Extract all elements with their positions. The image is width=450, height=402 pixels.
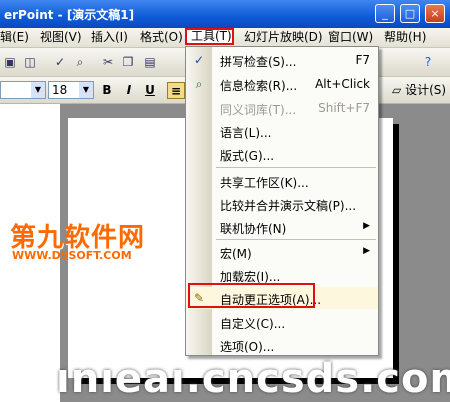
research-icon: ⌕ <box>195 77 203 91</box>
menu-item-online-collaboration[interactable]: 联机协作(N) ▶ <box>186 216 378 238</box>
menu-item-macro[interactable]: 宏(M) ▶ <box>186 241 378 263</box>
menu-help[interactable]: 帮助(H) <box>384 30 426 45</box>
submenu-arrow-icon: ▶ <box>363 221 370 231</box>
menu-tools[interactable]: 工具(T) <box>185 28 234 45</box>
menu-item-thesaurus: 同义词库(T)... Shift+F7 <box>220 101 370 117</box>
align-left-button[interactable]: ≡ <box>167 82 185 99</box>
design-label: 设计(S) <box>405 83 447 97</box>
font-name-combo[interactable]: ▼ <box>0 81 46 99</box>
save-icon[interactable]: ▣ <box>2 54 18 70</box>
menu-item-shared-workspace[interactable]: 共享工作区(K)... <box>186 170 378 192</box>
window-title: erPoint - [演示文稿1] <box>4 8 135 22</box>
menu-item-language[interactable]: 语言(L)... <box>186 120 378 142</box>
watermark-url: WWW.D9SOFT.COM <box>12 249 132 262</box>
italic-button[interactable]: I <box>120 82 138 99</box>
menu-separator <box>216 239 376 240</box>
research-icon[interactable]: ⌕ <box>72 54 88 70</box>
print-preview-icon[interactable]: ◫ <box>22 54 38 70</box>
menu-slideshow[interactable]: 幻灯片放映(D) <box>244 30 323 45</box>
menu-tools-label: 工具(T) <box>191 29 232 43</box>
paste-icon[interactable]: ▤ <box>142 54 158 70</box>
menu-format[interactable]: 格式(O) <box>140 30 183 45</box>
menu-window[interactable]: 窗口(W) <box>328 30 373 45</box>
title-bar: erPoint - [演示文稿1] _ □ × <box>0 0 450 28</box>
menu-item-research[interactable]: ⌕ 信息检索(R)... Alt+Click <box>186 73 378 95</box>
menu-insert[interactable]: 插入(I) <box>91 30 128 45</box>
tools-dropdown-menu: ✓ 拼写检查(S)... F7 ⌕ 信息检索(R)... Alt+Click 同… <box>185 46 379 356</box>
menu-item-customize[interactable]: 自定义(C)... <box>186 311 378 333</box>
chevron-down-icon: ▼ <box>31 82 45 98</box>
autocorrect-highlight-box <box>188 283 315 308</box>
spellcheck-icon: ✓ <box>193 53 205 67</box>
cut-icon[interactable]: ✂ <box>100 54 116 70</box>
menu-item-layout[interactable]: 版式(G)... <box>186 143 378 165</box>
menu-separator <box>216 167 376 168</box>
minimize-button[interactable]: _ <box>375 4 395 23</box>
spellcheck-icon[interactable]: ✓ <box>52 54 68 70</box>
close-button[interactable]: × <box>425 4 445 23</box>
font-size-combo[interactable]: 18 ▼ <box>48 81 94 99</box>
design-button[interactable]: ▱ 设计(S) <box>392 82 446 99</box>
watermark-bottom: ınıeaı.cncsds.com <box>56 356 450 402</box>
copy-icon[interactable]: ❐ <box>120 54 136 70</box>
font-size-value: 18 <box>52 83 68 97</box>
menu-item-compare-merge[interactable]: 比较并合并演示文稿(P)... <box>186 193 378 215</box>
underline-button[interactable]: U <box>141 82 159 99</box>
menu-item-options[interactable]: 选项(O)... <box>186 334 378 356</box>
help-icon[interactable]: ? <box>420 54 436 70</box>
menu-edit[interactable]: 辑(E) <box>0 30 29 45</box>
menu-view[interactable]: 视图(V) <box>40 30 82 45</box>
bold-button[interactable]: B <box>98 82 116 99</box>
submenu-arrow-icon: ▶ <box>363 246 370 256</box>
design-icon: ▱ <box>392 83 402 97</box>
menu-bar: 辑(E) 视图(V) 插入(I) 格式(O) 工具(T) 幻灯片放映(D) 窗口… <box>0 28 450 48</box>
menu-item-spellcheck[interactable]: ✓ 拼写检查(S)... F7 <box>186 49 378 71</box>
chevron-down-icon: ▼ <box>79 82 93 98</box>
maximize-button[interactable]: □ <box>400 4 420 23</box>
